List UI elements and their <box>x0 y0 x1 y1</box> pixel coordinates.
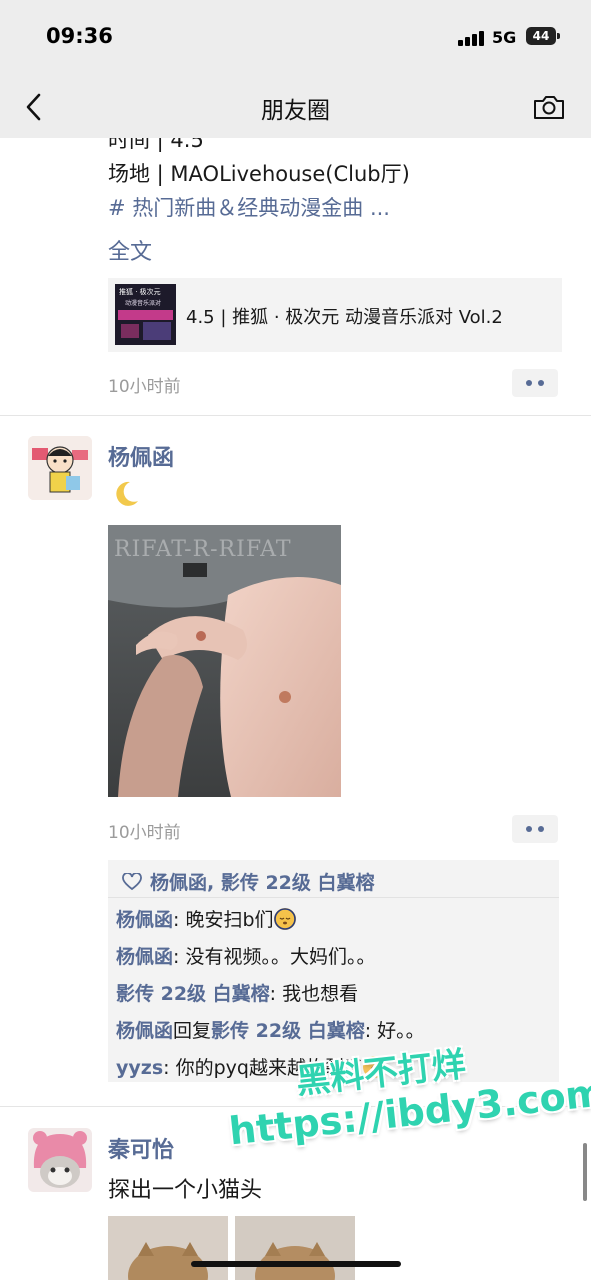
photo-watermark: RIFAT-R-RIFAT <box>114 537 292 562</box>
camera-icon[interactable] <box>532 92 566 122</box>
post-photo[interactable] <box>108 1216 228 1280</box>
crescent-moon-icon <box>116 481 138 506</box>
comment-author[interactable]: yyzs <box>116 1057 163 1079</box>
avatar[interactable] <box>28 436 92 500</box>
link-card[interactable]: 推狐 · 极次元 动漫音乐派对 4.5 | 推狐 · 极次元 动漫音乐派对 Vo… <box>108 278 562 352</box>
status-bar: 09:36 5G 44 <box>0 0 591 78</box>
reply-target[interactable]: 影传 22级 白冀榕 <box>211 1020 365 1042</box>
signal-icon <box>458 30 486 46</box>
comment-author[interactable]: 影传 22级 白冀榕 <box>116 983 270 1005</box>
sleeping-emoji-icon <box>273 908 296 930</box>
comment-row[interactable]: 杨佩函: 晚安扫b们 <box>116 905 296 932</box>
link-title: 4.5 | 推狐 · 极次元 动漫音乐派对 Vol.2 <box>186 307 503 328</box>
photo-image <box>108 525 341 797</box>
avatar-image <box>28 1128 92 1192</box>
comment-row[interactable]: 杨佩函回复影传 22级 白冀榕: 好。。 <box>116 1016 425 1043</box>
more-options-button[interactable] <box>512 815 558 843</box>
post-text-line: 场地 | MAOLivehouse(Club厅) <box>108 162 410 186</box>
post-author[interactable]: 杨佩函 <box>108 440 174 472</box>
post-time: 10小时前 <box>108 377 181 397</box>
comment-text: 没有视频。。大妈们。。 <box>185 946 376 968</box>
comment-author[interactable]: 杨佩函 <box>116 909 173 931</box>
comment-row[interactable]: 影传 22级 白冀榕: 我也想看 <box>116 979 358 1006</box>
post-tags[interactable]: # 热门新曲＆经典动漫金曲 ... <box>108 192 390 222</box>
battery-icon: 44 <box>526 27 560 45</box>
likes-row[interactable]: 杨佩函, 影传 22级 白冀榕 <box>122 868 375 895</box>
page-title: 朋友圈 <box>261 98 330 124</box>
likes-names: 杨佩函, 影传 22级 白冀榕 <box>150 872 375 894</box>
heart-icon <box>122 873 142 891</box>
avatar[interactable] <box>28 1128 92 1192</box>
full-text-link[interactable]: 全文 <box>108 234 152 266</box>
nav-bar: 朋友圈 <box>0 78 591 138</box>
thumb-title: 推狐 · 极次元 <box>119 288 161 296</box>
scrollbar[interactable] <box>583 1143 587 1201</box>
home-indicator[interactable] <box>191 1261 401 1267</box>
comment-text: 晚安扫b们 <box>185 909 274 931</box>
post-time: 10小时前 <box>108 823 181 843</box>
post-photo[interactable]: RIFAT-R-RIFAT <box>108 525 341 797</box>
thumb-subtitle: 动漫音乐派对 <box>125 300 162 307</box>
post-author[interactable]: 秦可怡 <box>108 1132 174 1164</box>
comment-author[interactable]: 杨佩函 <box>116 1020 173 1042</box>
network-type: 5G <box>492 28 517 47</box>
reply-word: 回复 <box>173 1020 212 1042</box>
comment-row[interactable]: 杨佩函: 没有视频。。大妈们。。 <box>116 942 375 969</box>
comment-author[interactable]: 杨佩函 <box>116 946 173 968</box>
link-thumbnail: 推狐 · 极次元 动漫音乐派对 <box>115 284 176 345</box>
post-photo[interactable] <box>235 1216 355 1280</box>
divider <box>0 415 591 416</box>
more-options-button[interactable] <box>512 369 558 397</box>
post-text-line: 时间 | 4.5 <box>108 138 204 152</box>
status-time: 09:36 <box>46 24 113 48</box>
comment-text: 我也想看 <box>282 983 359 1005</box>
comment-text: 好。。 <box>377 1020 425 1042</box>
avatar-image <box>28 436 92 500</box>
